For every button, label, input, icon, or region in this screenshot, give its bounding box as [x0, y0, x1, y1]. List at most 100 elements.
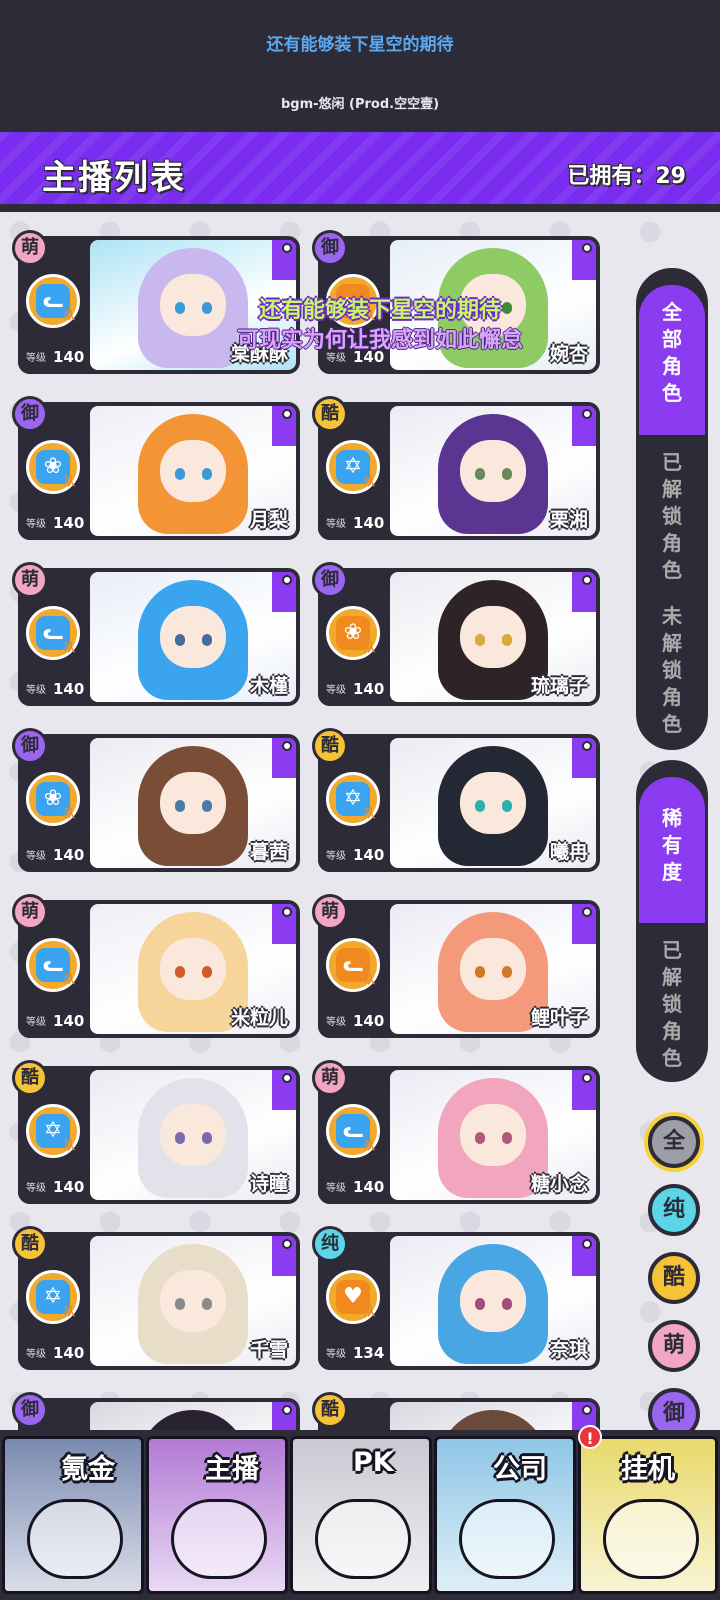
team-badge: ❀ 队 [26, 440, 80, 494]
card-pin [282, 575, 292, 585]
filter-pure[interactable]: 纯 [648, 1184, 700, 1236]
team-tag: 队 [64, 475, 75, 488]
rarity-badge: 萌 [12, 894, 48, 930]
page-header: 主播列表 已拥有：29 [0, 132, 720, 210]
streamer-card[interactable]: ᓚ 队等级 140 木槿 [18, 568, 300, 706]
nav-label: 氪金 [61, 1454, 115, 1485]
streamer-card[interactable]: ♥ 队等级 134 奈琪 [318, 1232, 600, 1370]
streamer-card[interactable]: ❀ 队等级 140 琉璃子 [318, 568, 600, 706]
level-value: 140 [53, 1178, 85, 1196]
streamer-name: 鲤叶子 [530, 1007, 588, 1029]
filter-rarity[interactable]: 稀有度 [639, 777, 705, 923]
level-label: 等级 [326, 685, 346, 696]
streamer-card[interactable]: ✡ 队等级 140 曦冉 [318, 734, 600, 872]
card-pin [582, 243, 592, 253]
rarity-badge: 御 [12, 396, 48, 432]
team-badge: ♥ 队 [326, 1270, 380, 1324]
streamer-name: 千雪 [249, 1339, 288, 1361]
card-pin [582, 575, 592, 585]
rarity-badge: 御 [12, 1392, 48, 1428]
level-value: 140 [53, 1012, 85, 1030]
team-badge: ᓚ队 [326, 938, 380, 992]
rarity-badge: 萌 [12, 562, 48, 598]
level-value: 140 [353, 1012, 385, 1030]
team-badge: ᓚ队 [26, 274, 80, 328]
rarity-badge: 酷 [312, 728, 348, 764]
filter-unlocked-characters[interactable]: 已解锁角色 [639, 439, 705, 589]
team-tag: 队 [64, 1139, 75, 1152]
filter-all-rarity[interactable]: 全 [648, 1116, 700, 1168]
streamer-name: 栗湘 [549, 509, 588, 531]
team-tag: 队 [364, 309, 375, 322]
level-label: 等级 [326, 1017, 346, 1028]
card-pin [582, 409, 592, 419]
rarity-badge: 酷 [312, 1392, 348, 1428]
level-label: 等级 [26, 353, 46, 364]
filter-rarity-unlocked[interactable]: 已解锁角色 [639, 927, 705, 1077]
streamer-card[interactable]: ✡ 队等级 140 栗湘 [318, 402, 600, 540]
streamer-card[interactable]: ✡ 队等级 140 诗瞳 [18, 1066, 300, 1204]
streamer-card[interactable]: ✡ 队等级 140 千雪 [18, 1232, 300, 1370]
level-label: 等级 [26, 1017, 46, 1028]
character-filter-panel: 全部角色 已解锁角色 未解锁角色 [636, 268, 708, 750]
streamer-card[interactable]: ᓚ 队等级 140 棠酥酥 [18, 236, 300, 374]
rarity-badge: 酷 [12, 1060, 48, 1096]
streamer-name: 琉璃子 [530, 675, 588, 697]
level-label: 等级 [26, 1183, 46, 1194]
streamer-name: 曦冉 [549, 841, 588, 863]
streamer-pig-icon [171, 1499, 267, 1579]
card-pin [282, 1239, 292, 1249]
nav-streamer-pig[interactable]: 主播 [146, 1436, 288, 1594]
nav-company-building[interactable]: 公司 [434, 1436, 576, 1594]
nav-label: 公司 [493, 1454, 547, 1485]
team-badge: ✡ 队 [326, 772, 380, 826]
level-label: 等级 [26, 851, 46, 862]
card-pin [582, 1239, 592, 1249]
card-pin [282, 741, 292, 751]
streamer-name: 米粒儿 [230, 1007, 288, 1029]
team-tag: 队 [364, 641, 375, 654]
streamer-name: 糖小念 [530, 1173, 588, 1195]
card-pin [282, 409, 292, 419]
streamer-name: 婉杏 [549, 343, 588, 365]
streamer-card[interactable]: ᓚ 队等级 140 糖小念 [318, 1066, 600, 1204]
card-pin [282, 907, 292, 917]
team-tag: 队 [364, 973, 375, 986]
piggy-bank-icon [603, 1499, 699, 1579]
video-caption-bar: 还有能够装下星空的期待 bgm-悠闲 (Prod.空空壹) [0, 0, 720, 132]
bottom-navigation: 氪金 主播 PK 公司 挂机 [0, 1430, 720, 1600]
streamer-name: 棠酥酥 [230, 343, 288, 365]
rarity-filter-panel: 稀有度 已解锁角色 [636, 760, 708, 1082]
team-badge: ᓚ队 [26, 938, 80, 992]
streamer-card[interactable]: ᓚ 队等级 140 鲤叶子 [318, 900, 600, 1038]
nav-pk-battle[interactable]: PK [290, 1436, 432, 1594]
streamer-card[interactable]: ᓚ 队等级 140 婉杏 [318, 236, 600, 374]
rarity-badge: 御 [12, 728, 48, 764]
team-tag: 队 [64, 641, 75, 654]
filter-all-characters[interactable]: 全部角色 [639, 285, 705, 435]
level-value: 140 [353, 680, 385, 698]
nav-coins-safe[interactable]: 氪金 [2, 1436, 144, 1594]
level-label: 等级 [26, 685, 46, 696]
nav-piggy-bank[interactable]: 挂机 [578, 1436, 718, 1594]
card-pin [582, 907, 592, 917]
rarity-badge: 御 [312, 230, 348, 266]
filter-cool[interactable]: 酷 [648, 1252, 700, 1304]
rarity-badge: 御 [312, 562, 348, 598]
team-badge: ᓚ队 [326, 1104, 380, 1158]
rarity-badge: 纯 [312, 1226, 348, 1262]
filter-cute[interactable]: 萌 [648, 1320, 700, 1372]
team-badge: ᓚ队 [326, 274, 380, 328]
filter-locked-characters[interactable]: 未解锁角色 [639, 593, 705, 743]
team-tag: 队 [64, 973, 75, 986]
pk-battle-icon [315, 1499, 411, 1579]
streamer-name: 月梨 [249, 509, 288, 531]
team-badge: ᓚ队 [26, 606, 80, 660]
rarity-badge: 萌 [312, 1060, 348, 1096]
streamer-card[interactable]: ᓚ 队等级 140 米粒儿 [18, 900, 300, 1038]
team-tag: 队 [364, 1139, 375, 1152]
level-label: 等级 [326, 1183, 346, 1194]
streamer-card[interactable]: ❀ 队等级 140 暮茜 [18, 734, 300, 872]
streamer-card[interactable]: ❀ 队等级 140 月梨 [18, 402, 300, 540]
company-building-icon [459, 1499, 555, 1579]
